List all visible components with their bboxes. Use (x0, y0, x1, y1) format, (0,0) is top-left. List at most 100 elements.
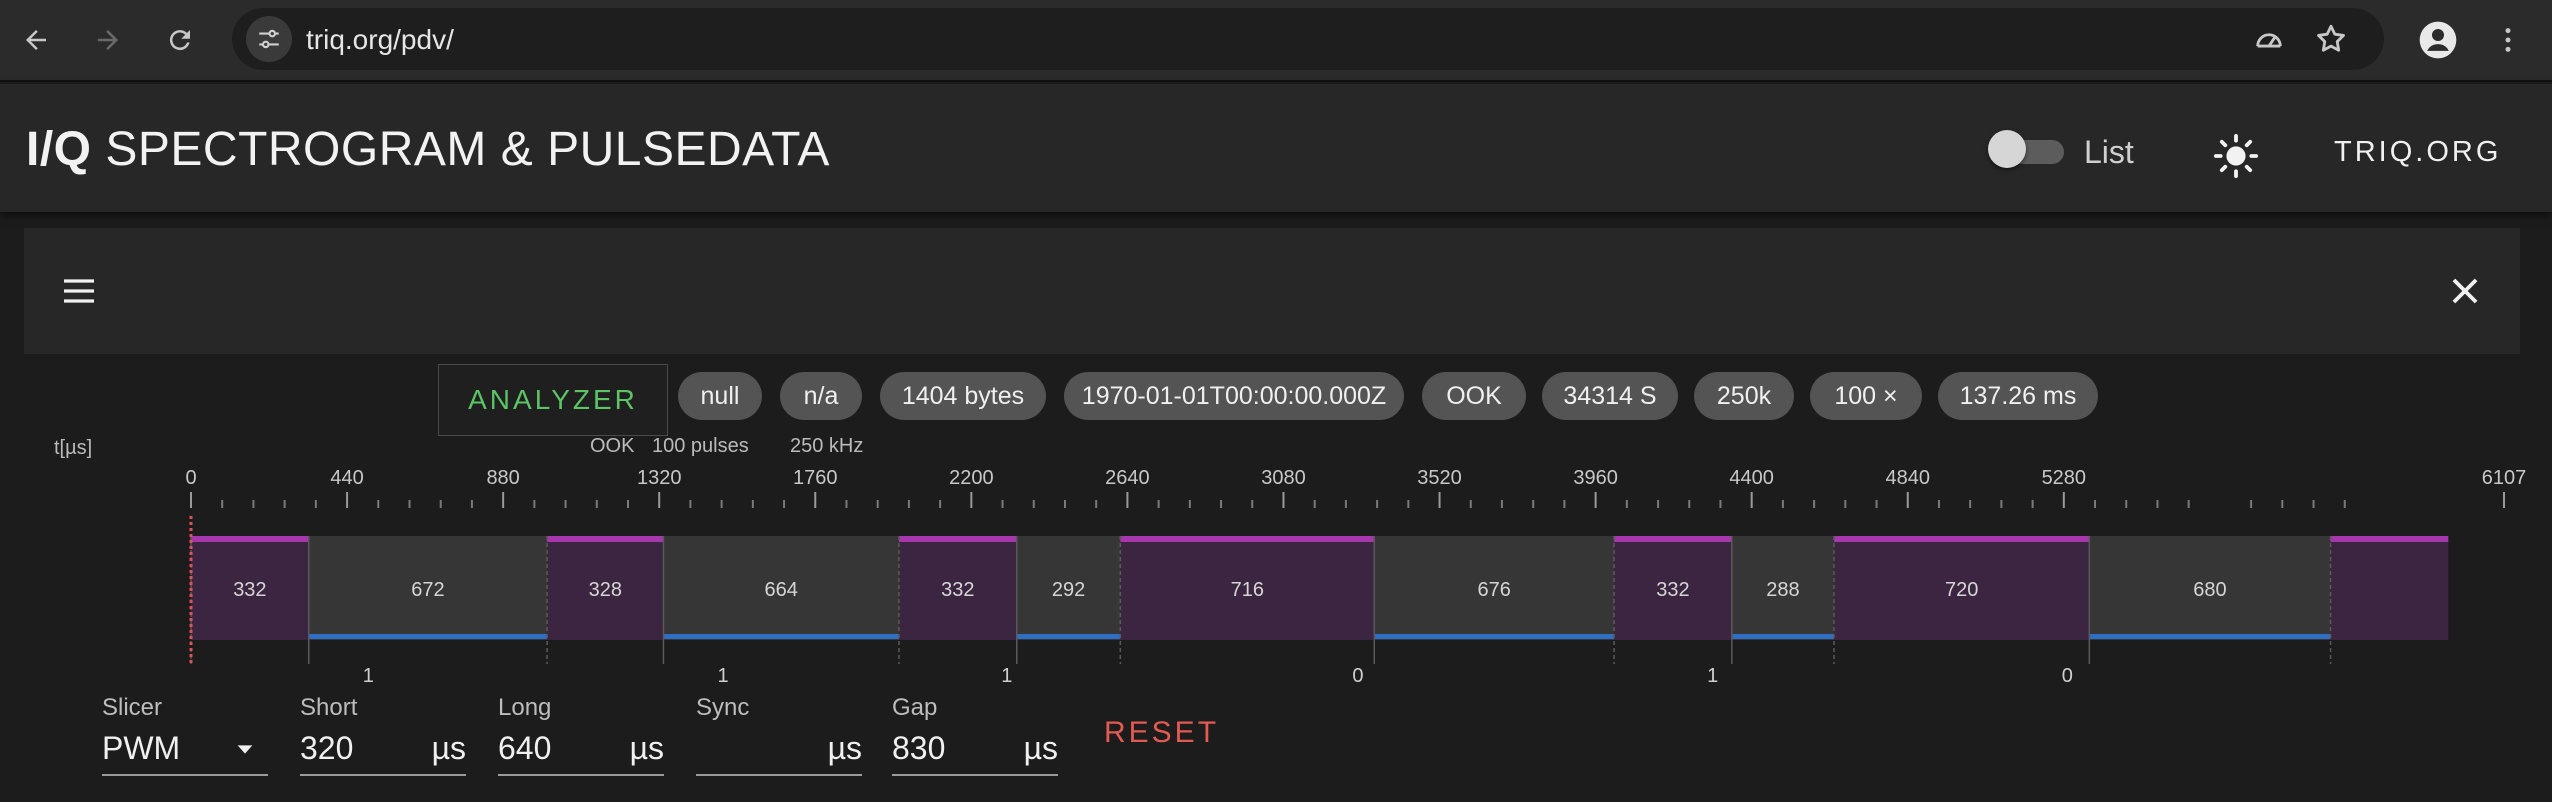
long-input[interactable]: 640 (498, 730, 551, 767)
segment-width-label: 288 (1766, 579, 1799, 601)
bit-label: 1 (717, 665, 728, 687)
triq-link[interactable]: TRIQ.ORG (2334, 136, 2501, 169)
gap-label: Gap (892, 694, 938, 721)
axis-tick-label: 3960 (1573, 467, 1618, 489)
close-button[interactable] (2440, 266, 2490, 316)
chip-timestamp[interactable]: 1970-01-01T00:00:00.000Z (1064, 372, 1404, 420)
chip-name[interactable]: null (678, 372, 762, 420)
axis-tick-label: 440 (330, 467, 363, 489)
reload-button[interactable] (156, 16, 204, 64)
url-text[interactable]: triq.org/pdv/ (306, 24, 454, 56)
chip-duration[interactable]: 137.26 ms (1938, 372, 2098, 420)
long-field[interactable]: Long 640 µs (498, 694, 664, 790)
pulse-high-line (1833, 536, 2090, 542)
tune-icon (259, 29, 279, 49)
sync-unit: µs (827, 730, 862, 766)
list-toggle[interactable] (1988, 128, 2068, 168)
slicer-select[interactable]: Slicer PWM (102, 694, 268, 790)
pulse-segments: 332 672 328 664 332 292 716 676 332 288 720 680 (190, 536, 2449, 664)
bit-label: 1 (1707, 665, 1718, 687)
gap-low-line (1016, 634, 1121, 639)
arrow-right-icon (98, 30, 118, 50)
bit-labels: 1 1 1 0 1 0 (363, 665, 2073, 687)
long-underline (498, 774, 664, 776)
segment-width-label: 680 (2193, 579, 2226, 601)
reload-icon (169, 30, 190, 51)
bit-label: 0 (1352, 665, 1363, 687)
axis-tick-label: 0 (185, 467, 196, 489)
bit-label: 1 (363, 665, 374, 687)
browser-toolbar: triq.org/pdv/ (0, 0, 2552, 82)
toolbar-panel (24, 228, 2520, 354)
segment-width-label: 676 (1477, 579, 1510, 601)
arrow-left-icon (26, 30, 46, 50)
chip-size[interactable]: 1404 bytes (880, 372, 1046, 420)
theme-toggle-button[interactable] (2206, 126, 2266, 186)
gap-low-line (2089, 634, 2331, 639)
pulse-chart[interactable]: t[µs] OOK 100 pulses 250 kHz 0 440 880 1320… (0, 436, 2552, 690)
axis-tick-label: 4840 (1885, 467, 1930, 489)
gap-input[interactable]: 830 (892, 730, 945, 767)
segment-width-label: 332 (941, 579, 974, 601)
segment-width-label: 664 (765, 579, 798, 601)
axis-tick-label: 1760 (793, 467, 838, 489)
info-modulation: OOK (590, 436, 635, 457)
account-icon (2419, 21, 2457, 59)
chip-modulation[interactable]: OOK (1422, 372, 1526, 420)
list-toggle-label: List (2084, 134, 2134, 170)
slicer-label: Slicer (102, 694, 163, 721)
caret-down-icon[interactable] (234, 738, 256, 760)
bit-label: 1 (1001, 665, 1012, 687)
segment-width-label: 672 (411, 579, 444, 601)
pulse-segment (2330, 536, 2449, 640)
toggle-knob (1988, 130, 2026, 168)
long-unit: µs (629, 730, 664, 766)
hamburger-icon (64, 279, 94, 303)
browser-menu-button[interactable] (2484, 16, 2532, 64)
pulse-high-line (1120, 536, 1375, 542)
pulse-high-line (898, 536, 1017, 542)
slicer-value[interactable]: PWM (102, 730, 180, 767)
gap-low-line (663, 634, 899, 639)
short-input[interactable]: 320 (300, 730, 353, 767)
gap-unit: µs (1023, 730, 1058, 766)
short-unit: µs (431, 730, 466, 766)
site-info-button[interactable] (246, 16, 292, 62)
address-bar[interactable]: triq.org/pdv/ (232, 8, 2384, 70)
axis-tick-label: 5280 (2042, 467, 2087, 489)
bit-label: 0 (2062, 665, 2073, 687)
segment-width-label: 720 (1945, 579, 1978, 601)
back-button[interactable] (12, 16, 60, 64)
axis-unit-label: t[µs] (54, 437, 92, 459)
long-label: Long (498, 694, 552, 721)
chip-count[interactable]: 100 × (1810, 372, 1922, 420)
segment-width-label: 332 (233, 579, 266, 601)
menu-button[interactable] (54, 266, 104, 316)
short-field[interactable]: Short 320 µs (300, 694, 466, 790)
sun-icon (2213, 133, 2259, 179)
gap-low-line (1731, 634, 1834, 639)
reset-button[interactable]: RESET (1104, 716, 1219, 750)
chip-description[interactable]: n/a (780, 372, 862, 420)
pulse-view[interactable]: t[µs] OOK 100 pulses 250 kHz 0 440 880 1320… (0, 436, 2552, 690)
pulse-high-line (547, 536, 664, 542)
profile-button[interactable] (2414, 16, 2462, 64)
gap-field[interactable]: Gap 830 µs (892, 694, 1058, 790)
gap-underline (892, 774, 1058, 776)
sync-label: Sync (696, 694, 750, 721)
title-rest: SPECTROGRAM & PULSEDATA (91, 123, 830, 176)
sync-underline (696, 774, 862, 776)
performance-icon[interactable] (2252, 22, 2286, 56)
chip-rate[interactable]: 250k (1694, 372, 1794, 420)
forward-button[interactable] (84, 16, 132, 64)
analyzer-button[interactable]: ANALYZER (438, 364, 668, 436)
sync-field[interactable]: Sync µs (696, 694, 862, 790)
more-vert-icon (2505, 28, 2511, 52)
close-icon (2452, 278, 2478, 304)
app-header: I/Q SPECTROGRAM & PULSEDATA List TRIQ.OR… (0, 84, 2552, 212)
axis-tick-label: 1320 (637, 467, 682, 489)
bookmark-star-icon[interactable] (2314, 22, 2348, 56)
short-underline (300, 774, 466, 776)
chip-samples[interactable]: 34314 S (1542, 372, 1678, 420)
page-title: I/Q SPECTROGRAM & PULSEDATA (26, 122, 830, 177)
